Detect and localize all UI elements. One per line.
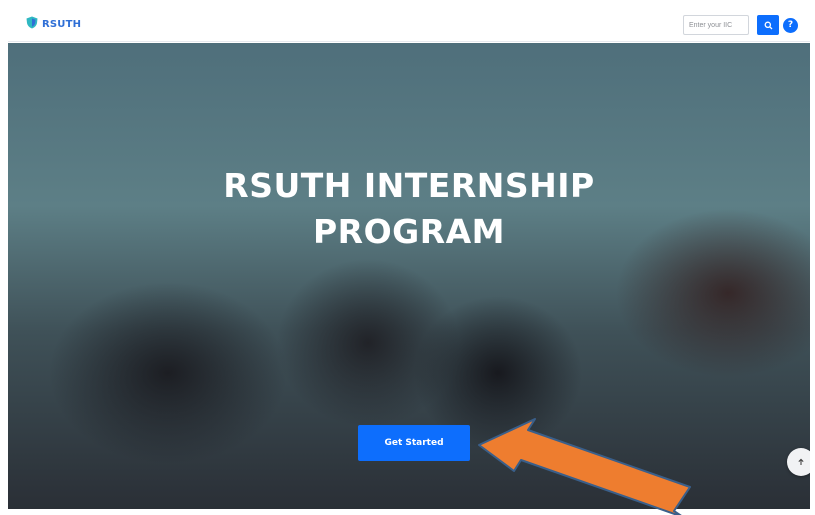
scroll-to-top-button[interactable] — [787, 448, 810, 476]
get-started-button[interactable]: Get Started — [358, 425, 470, 461]
hero-banner: RSUTH INTERNSHIP PROGRAM Get Started — [8, 43, 810, 509]
arrow-up-icon — [797, 453, 805, 471]
brand-logo[interactable]: RSUTH — [25, 16, 81, 34]
search-button[interactable] — [757, 15, 779, 35]
id-search-input[interactable] — [683, 15, 749, 35]
hero-title-line-2: PROGRAM — [312, 212, 506, 251]
id-search-form: ? — [683, 15, 798, 35]
hero-title-line-1: RSUTH INTERNSHIP — [223, 166, 595, 205]
top-navbar: RSUTH ? — [8, 8, 810, 42]
search-icon — [764, 18, 773, 33]
shield-icon — [25, 16, 39, 34]
page-frame: RSUTH ? RSUTH INTERNSHIP PROGRAM Get Sta… — [0, 0, 815, 515]
help-button[interactable]: ? — [783, 17, 798, 33]
brand-name: RSUTH — [42, 19, 82, 30]
hero-title: RSUTH INTERNSHIP PROGRAM — [8, 163, 810, 255]
